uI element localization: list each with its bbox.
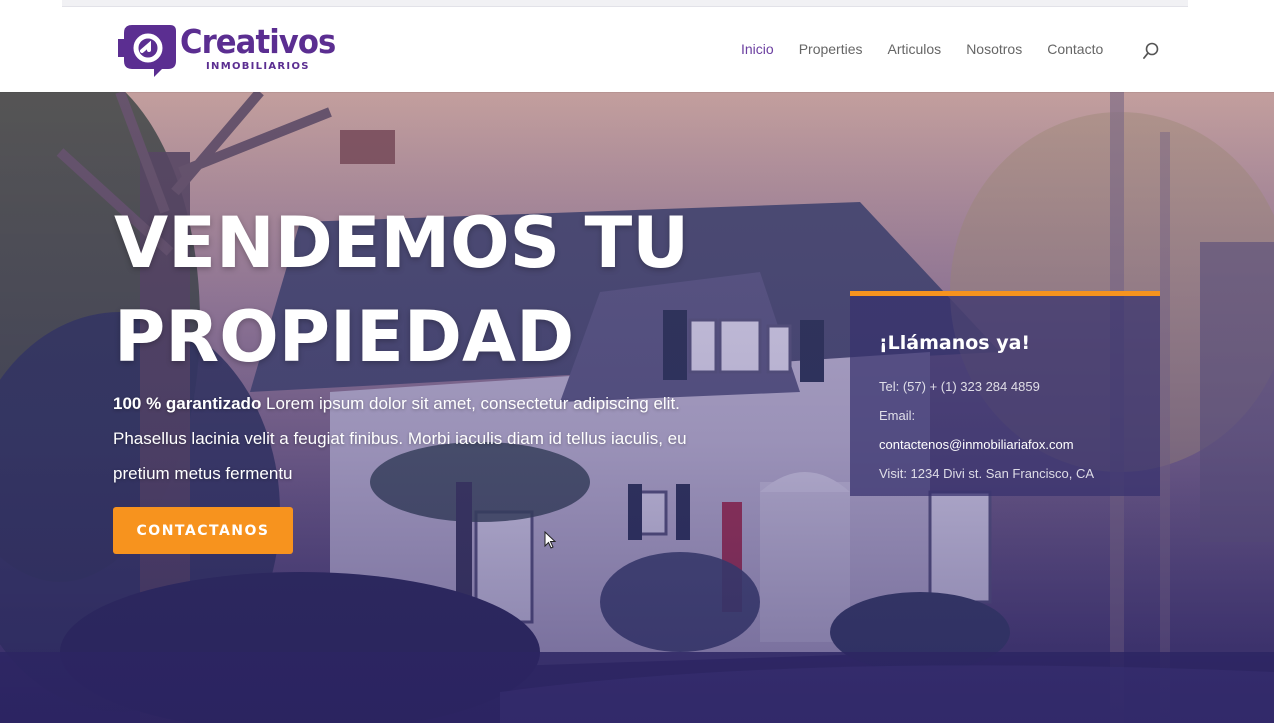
contact-email-link[interactable]: contactenos@inmobiliariafox.com [879, 437, 1074, 452]
hero-title: VENDEMOS TU PROPIEDAD [114, 196, 814, 384]
search-icon[interactable] [1142, 42, 1160, 60]
hero-title-line1: VENDEMOS TU [114, 202, 690, 284]
site-header: Creativos INMOBILIARIOS Inicio Propertie… [0, 9, 1274, 92]
contact-card-title: ¡Llámanos ya! [879, 332, 1031, 354]
nav-item-nosotros[interactable]: Nosotros [966, 41, 1022, 57]
contact-phone: Tel: (57) + (1) 323 284 4859 [879, 379, 1040, 394]
contact-card: ¡Llámanos ya! Tel: (57) + (1) 323 284 48… [850, 291, 1160, 496]
main-nav: Inicio Properties Articulos Nosotros Con… [741, 41, 1128, 57]
contact-address: Visit: 1234 Divi st. San Francisco, CA [879, 466, 1095, 481]
contact-email-label: Email: [879, 408, 916, 423]
hero-text-highlight: 100 % garantizado [113, 394, 262, 413]
hero-text-line1: Lorem ipsum dolor sit amet, consectetur … [261, 394, 680, 413]
hero-text-line3: pretium metus fermentu [113, 464, 293, 483]
site-logo[interactable]: Creativos INMOBILIARIOS [118, 21, 358, 79]
contactanos-button[interactable]: CONTACTANOS [113, 507, 293, 554]
nav-item-properties[interactable]: Properties [799, 41, 863, 57]
hero-text-line2: Phasellus lacinia velit a feugiat finibu… [113, 429, 687, 448]
nav-item-inicio[interactable]: Inicio [741, 41, 774, 57]
hero-title-line2: PROPIEDAD [114, 296, 575, 378]
browser-address-strip [62, 0, 1188, 7]
hero-description: 100 % garantizado Lorem ipsum dolor sit … [113, 386, 773, 491]
hero-section: VENDEMOS TU PROPIEDAD 100 % garantizado … [0, 92, 1274, 723]
nav-item-contacto[interactable]: Contacto [1047, 41, 1103, 57]
nav-item-articulos[interactable]: Articulos [888, 41, 942, 57]
logo-tagline: INMOBILIARIOS [206, 61, 310, 72]
mouse-cursor-icon [544, 531, 557, 549]
logo-wordmark: Creativos [180, 22, 336, 61]
logo-mark-icon [118, 25, 176, 77]
